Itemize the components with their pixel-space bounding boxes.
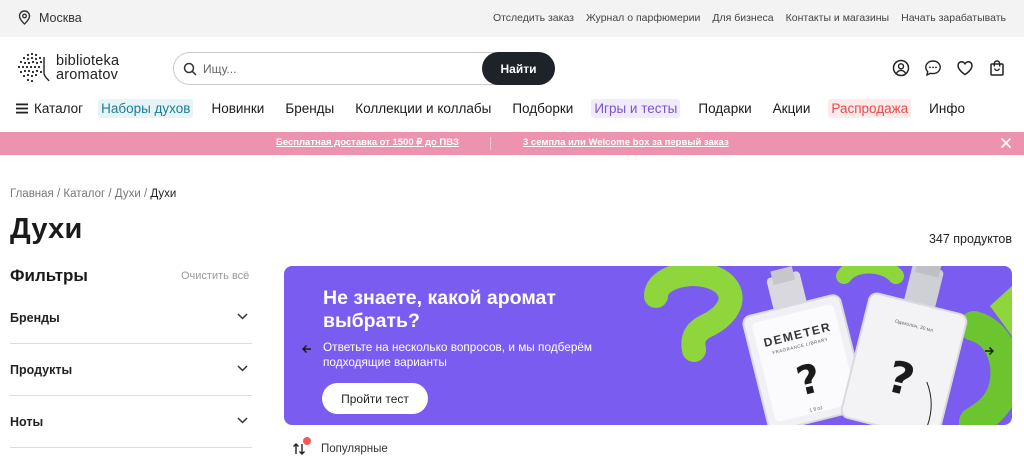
filter-group-notes[interactable]: Ноты <box>10 396 252 448</box>
breadcrumb-home[interactable]: Главная <box>10 188 54 200</box>
nav-item-sale[interactable]: Распродажа <box>828 99 912 118</box>
nav-item-brands[interactable]: Бренды <box>282 99 337 118</box>
banner-title: Не знаете, какой аромат выбрать? <box>323 287 556 332</box>
link-contacts[interactable]: Контакты и магазины <box>786 12 889 24</box>
promo-free-delivery-link[interactable]: Бесплатная доставка от 1500 ₽ до ПВЗ <box>276 137 459 148</box>
link-business[interactable]: Для бизнеса <box>712 12 773 24</box>
catalog-button[interactable]: Каталог <box>16 101 83 116</box>
nav-item-info[interactable]: Инфо <box>926 99 968 118</box>
user-icon[interactable] <box>892 59 910 77</box>
location-pin-icon <box>18 10 31 25</box>
header: biblioteka aromatov Найти Каталог Наборы… <box>0 37 1024 132</box>
top-links: Отследить заказ Журнал о парфюмерии Для … <box>493 12 1006 24</box>
arrow-left-icon[interactable] <box>302 344 312 354</box>
search-button[interactable]: Найти <box>482 52 555 85</box>
banner-subtitle: Ответьте на несколько вопросов, и мы под… <box>323 340 593 369</box>
breadcrumb-perfume[interactable]: Духи <box>115 188 141 200</box>
menu-icon <box>16 103 28 114</box>
heart-icon[interactable] <box>956 59 974 77</box>
chevron-down-icon <box>237 313 248 320</box>
header-icons <box>892 59 1006 77</box>
arrow-right-icon[interactable] <box>984 346 994 356</box>
logo-mark-icon <box>17 52 50 83</box>
breadcrumb-current: Духи <box>150 188 177 200</box>
nav-item-perfume-sets[interactable]: Наборы духов <box>98 99 194 118</box>
city-name: Москва <box>39 10 82 25</box>
breadcrumb: Главная / Каталог / Духи / Духи <box>10 188 176 200</box>
take-quiz-button[interactable]: Пройти тест <box>322 383 428 414</box>
nav-item-promotions[interactable]: Акции <box>770 99 814 118</box>
filters-title: Фильтры <box>10 266 88 285</box>
filter-group-label: Бренды <box>10 311 60 325</box>
filter-group-brands[interactable]: Бренды <box>10 292 252 344</box>
product-count: 347 продуктов <box>928 232 1012 246</box>
filter-group-products[interactable]: Продукты <box>10 344 252 396</box>
breadcrumb-separator: / <box>53 188 64 200</box>
nav-item-games[interactable]: Игры и тесты <box>591 99 681 118</box>
promo-divider <box>490 137 491 150</box>
breadcrumb-separator: / <box>140 188 151 200</box>
search-input[interactable] <box>201 60 465 77</box>
bag-icon[interactable] <box>988 59 1006 77</box>
top-bar: Москва Отследить заказ Журнал о парфюмер… <box>0 0 1024 37</box>
promo-samples-link[interactable]: 3 семпла или Welcome box за первый заказ <box>523 137 729 148</box>
main-nav: Каталог Наборы духов Новинки Бренды Колл… <box>16 99 983 118</box>
logo-line-1: biblioteka <box>56 53 120 69</box>
nav-item-collections[interactable]: Коллекции и коллабы <box>352 99 494 118</box>
filter-group-label: Ноты <box>10 415 44 429</box>
sort-label: Популярные <box>321 443 388 455</box>
clear-filters-button[interactable]: Очистить всё <box>181 270 249 282</box>
sort-indicator-dot <box>303 437 311 445</box>
chevron-down-icon <box>237 417 248 424</box>
link-earn[interactable]: Начать зарабатывать <box>901 12 1006 24</box>
city-selector[interactable]: Москва <box>18 10 82 25</box>
search-bar: Найти <box>173 52 555 85</box>
filter-group-label: Продукты <box>10 363 73 377</box>
promo-strip: Бесплатная доставка от 1500 ₽ до ПВЗ 3 с… <box>0 132 1024 155</box>
link-journal[interactable]: Журнал о парфюмерии <box>586 12 700 24</box>
breadcrumb-catalog[interactable]: Каталог <box>63 188 105 200</box>
quiz-banner[interactable]: DEMETER FRAGRANCE LIBRARY ? 1 fl oz Одек… <box>284 266 1012 425</box>
nav-item-selections[interactable]: Подборки <box>509 99 576 118</box>
page-title: Духи <box>10 213 83 245</box>
link-track-order[interactable]: Отследить заказ <box>493 12 574 24</box>
chat-icon[interactable] <box>924 59 942 77</box>
search-icon <box>183 62 197 76</box>
chevron-down-icon <box>237 365 248 372</box>
close-icon[interactable] <box>1000 137 1012 149</box>
breadcrumb-separator: / <box>105 188 115 200</box>
catalog-label: Каталог <box>34 101 84 116</box>
logo-line-2: aromatov <box>56 67 119 83</box>
nav-item-gifts[interactable]: Подарки <box>695 99 754 118</box>
logo-text: biblioteka aromatov <box>56 53 120 83</box>
logo[interactable]: biblioteka aromatov <box>16 51 119 85</box>
nav-item-new[interactable]: Новинки <box>208 99 267 118</box>
sort-control[interactable]: Популярные <box>292 437 388 456</box>
